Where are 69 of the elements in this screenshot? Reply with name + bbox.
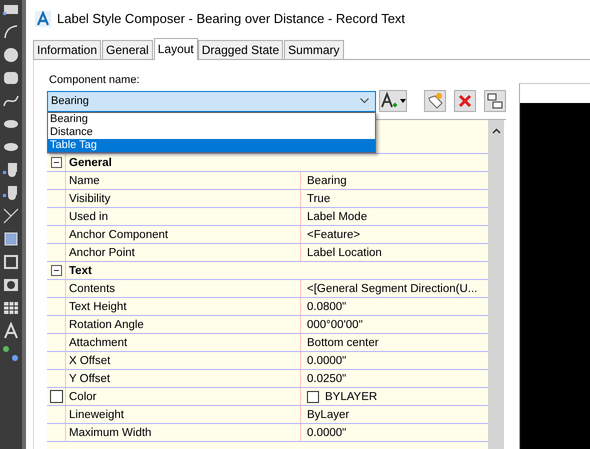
property-name: Name	[69, 174, 100, 186]
property-name: Anchor Point	[69, 246, 135, 258]
dropdown-option[interactable]: Bearing	[48, 112, 375, 126]
property-value[interactable]: 0.0800"	[307, 300, 346, 312]
property-name: Lineweight	[69, 408, 124, 420]
property-name: Attachment	[69, 336, 128, 348]
property-value[interactable]: 000°00'00"	[307, 318, 363, 330]
table-icon[interactable]	[2, 299, 20, 317]
dropdown-option[interactable]: Distance	[48, 126, 375, 138]
hatch-icon[interactable]	[2, 230, 20, 248]
property-name: Color	[69, 390, 96, 402]
delete-button[interactable]	[454, 90, 476, 112]
line-icon[interactable]	[2, 207, 20, 225]
tab[interactable]: Summary	[284, 40, 344, 60]
frame-icon[interactable]	[2, 276, 20, 294]
add-text-icon	[380, 92, 406, 110]
chevron-icon	[360, 98, 369, 104]
property-name: Contents	[69, 282, 116, 294]
property-value[interactable]: Bearing	[307, 174, 347, 186]
property-name: Used in	[69, 210, 108, 222]
tab[interactable]: Dragged State	[198, 40, 284, 60]
property-name: Text Height	[69, 300, 127, 312]
tag-icon	[426, 92, 444, 110]
property-value[interactable]: <[General Segment Direction(U...	[307, 282, 478, 294]
tab[interactable]: Layout	[154, 38, 198, 60]
scroll-up-icon[interactable]	[492, 128, 500, 134]
property-name: Rotation Angle	[69, 318, 144, 330]
property-value[interactable]: True	[307, 192, 330, 204]
checkbox[interactable]	[50, 390, 62, 403]
category-label: General	[69, 156, 112, 168]
property-value[interactable]: BYLAYER	[325, 390, 378, 402]
property-name: Visibility	[69, 192, 110, 204]
shapes-icon[interactable]	[2, 161, 20, 179]
windows-icon	[487, 93, 503, 109]
property-value[interactable]: Bottom center	[307, 336, 379, 348]
collapse-toggle[interactable]	[50, 157, 62, 168]
tab[interactable]: Information	[33, 40, 102, 60]
window-title: Label Style Composer - Bearing over Distance - Record Text	[57, 11, 406, 26]
copy-component-button[interactable]	[424, 90, 446, 112]
close-icon	[458, 94, 472, 108]
arc-icon[interactable]	[2, 23, 20, 41]
property-name: Anchor Component	[69, 228, 168, 240]
dropdown-option[interactable]: Table Tag	[48, 138, 375, 152]
tab[interactable]: General	[102, 40, 153, 60]
draw-order-button[interactable]	[484, 90, 506, 112]
app-logo-icon	[35, 10, 51, 26]
property-name: X Offset	[69, 354, 110, 366]
property-value[interactable]: ByLayer	[307, 408, 350, 420]
color-swatch-icon	[307, 390, 319, 402]
shapes-icon[interactable]	[2, 184, 20, 202]
collapse-toggle[interactable]	[50, 265, 62, 276]
property-name: Maximum Width	[69, 426, 152, 438]
property-value[interactable]: Label Location	[307, 246, 382, 258]
field-label: Component name:	[49, 74, 140, 86]
component-dropdown[interactable]: Bearing	[47, 90, 376, 112]
property-value[interactable]: 0.0250"	[307, 372, 346, 384]
property-value[interactable]: <Feature>	[307, 228, 360, 240]
add-text-button[interactable]	[379, 90, 407, 112]
circle-icon[interactable]	[2, 46, 20, 64]
property-name: Y Offset	[69, 372, 110, 384]
property-value[interactable]: 0.0000"	[307, 354, 346, 366]
property-value[interactable]: Label Mode	[307, 210, 368, 222]
letter-icon[interactable]	[2, 322, 20, 340]
shape-icon[interactable]	[2, 69, 20, 87]
category-label: Text	[69, 264, 92, 276]
nodes-icon[interactable]	[2, 345, 20, 363]
property-value[interactable]: 0.0000"	[307, 426, 346, 438]
square-icon[interactable]	[2, 253, 20, 271]
scrollbar[interactable]	[488, 120, 504, 449]
